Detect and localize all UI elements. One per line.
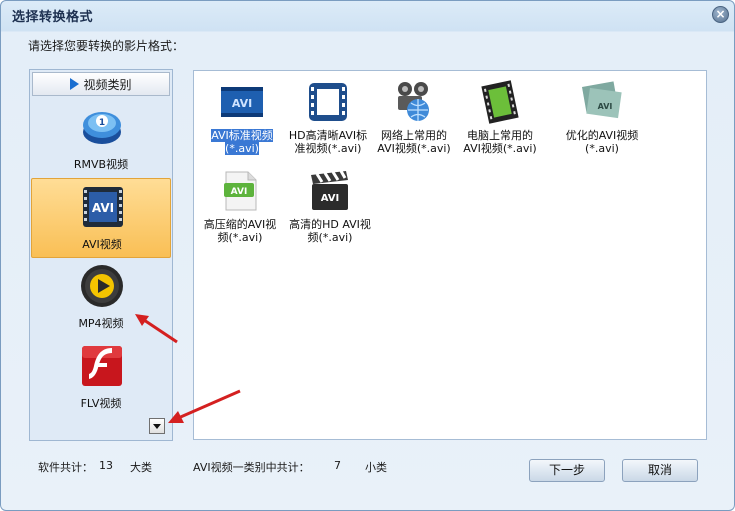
format-label: 高清的HD AVI视 频(*.avi) (289, 218, 371, 244)
category-count-value: 7 (334, 459, 341, 472)
format-label: HD高清晰AVI标 准视频(*.avi) (288, 129, 368, 155)
next-button[interactable]: 下一步 (529, 459, 605, 482)
format-item[interactable]: 网络上常用的 AVI视频(*.avi) (372, 74, 456, 170)
format-item[interactable]: 电脑上常用的 AVI视频(*.avi) (458, 74, 542, 170)
annotation-arrow-scroll (168, 389, 241, 423)
software-count-label: 软件共计： (38, 461, 93, 474)
mp4-play-icon (81, 265, 123, 307)
category-header-button[interactable]: 视频类别 (32, 72, 170, 96)
format-item[interactable]: AVI 优化的AVI视频 (*.avi) (560, 74, 644, 170)
instruction-text: 请选择您要转换的影片格式： (28, 39, 185, 53)
annotation-arrow-mp4 (135, 314, 178, 344)
format-label: AVI标准视频 (*.avi) (211, 129, 273, 155)
computer-film-icon (481, 80, 519, 124)
rmvb-icon: 1 (83, 112, 121, 144)
svg-text:1: 1 (99, 118, 105, 128)
format-list-panel: AVI AVI标准视频(*.avi) HD高清晰AVI标准视频(*.avi) (193, 70, 707, 440)
close-icon: × (715, 7, 726, 21)
category-label: FLV视频 (80, 397, 122, 410)
close-button[interactable]: × (712, 6, 729, 23)
avi-film-icon: AVI (83, 187, 123, 227)
format-item[interactable]: AVI 高压缩的AVI视 频(*.avi) (198, 163, 282, 259)
category-item-rmvb[interactable]: 1 RMVB视频 (31, 99, 171, 179)
category-item-avi[interactable]: AVI AVI视频 (31, 178, 171, 258)
category-count-label: AVI视频一类别中共计： (193, 461, 310, 474)
svg-text:AVI: AVI (92, 201, 114, 215)
format-item[interactable]: HD高清晰AVI标 准视频(*.avi) (286, 74, 370, 170)
network-globe-icon (398, 82, 429, 121)
avi-standard-icon: AVI (221, 87, 263, 117)
category-item-flv[interactable]: FLV视频 (31, 338, 171, 418)
format-label: 优化的AVI视频 (*.avi) (565, 129, 639, 155)
hd-film-icon (309, 83, 347, 121)
svg-text:AVI: AVI (231, 187, 248, 197)
category-header-label: 视频类别 (83, 77, 132, 92)
software-count-unit: 大类 (130, 461, 152, 474)
title-bar[interactable]: 选择转换格式 × (1, 1, 734, 29)
svg-text:AVI: AVI (232, 97, 252, 110)
chevron-down-icon (153, 424, 161, 429)
optimized-avi-icon: AVI (581, 81, 622, 119)
svg-text:AVI: AVI (598, 102, 613, 111)
category-label: AVI视频 (82, 238, 122, 251)
format-dialog: 选择转换格式 × 请选择您要转换的影片格式： 视频类别 1 RMVB视频 AVI… (0, 0, 735, 511)
format-item[interactable]: AVI 高清的HD AVI视 频(*.avi) (288, 163, 372, 259)
category-scroll-down-button[interactable] (149, 418, 165, 434)
software-count-value: 13 (99, 459, 113, 472)
svg-text:AVI: AVI (321, 193, 340, 204)
flash-icon (82, 346, 122, 386)
format-label: 网络上常用的 AVI视频(*.avi) (377, 129, 451, 155)
clapperboard-icon: AVI (311, 170, 348, 210)
compressed-avi-icon: AVI (224, 171, 257, 211)
category-count-unit: 小类 (365, 461, 387, 474)
cancel-button[interactable]: 取消 (622, 459, 698, 482)
category-panel: 视频类别 1 RMVB视频 AVI AVI视频 MP4视频 FLV视频 (29, 69, 173, 441)
play-triangle-icon (70, 78, 80, 90)
format-label: 高压缩的AVI视 频(*.avi) (203, 218, 277, 244)
format-item[interactable]: AVI AVI标准视频 (*.avi) (200, 74, 284, 170)
category-label: RMVB视频 (73, 158, 129, 171)
window-title: 选择转换格式 (12, 10, 94, 25)
format-label: 电脑上常用的 AVI视频(*.avi) (463, 129, 537, 155)
